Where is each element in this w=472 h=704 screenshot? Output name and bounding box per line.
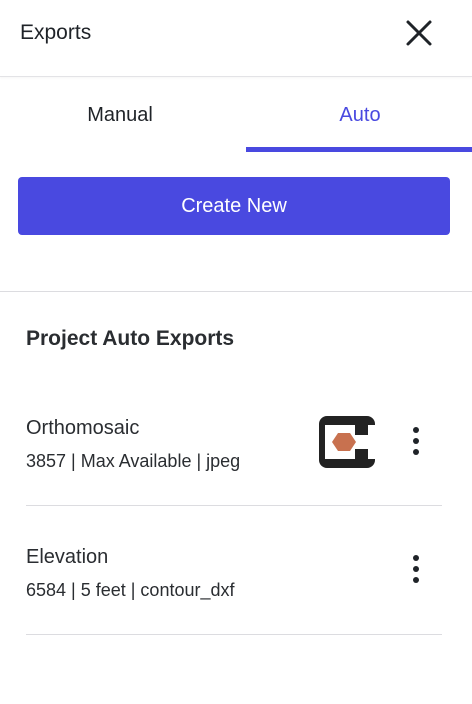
close-button[interactable]	[402, 16, 436, 50]
export-details: 3857 | Max Available | jpeg	[26, 451, 241, 471]
row-divider	[26, 505, 442, 506]
export-item-elevation[interactable]: Elevation 6584 | 5 feet | contour_dxf	[26, 531, 442, 635]
tab-manual-label: Manual	[87, 104, 153, 126]
tab-auto-label: Auto	[339, 104, 381, 126]
export-mode-tabs: Manual Auto	[0, 77, 472, 153]
tab-manual[interactable]: Manual	[0, 77, 236, 153]
row-divider	[26, 634, 442, 635]
integration-logo-icon	[319, 416, 375, 468]
page-title: Exports	[20, 21, 92, 44]
more-vertical-icon	[413, 427, 419, 433]
exports-header: Exports	[0, 0, 472, 77]
tab-auto[interactable]: Auto	[236, 77, 472, 153]
export-item-orthomosaic[interactable]: Orthomosaic 3857 | Max Available | jpeg	[26, 402, 442, 506]
export-details: 6584 | 5 feet | contour_dxf	[26, 580, 235, 600]
active-tab-indicator	[246, 147, 472, 152]
section-divider	[0, 291, 472, 292]
create-new-button[interactable]: Create New	[18, 177, 450, 235]
export-name: Orthomosaic	[26, 417, 140, 439]
export-name: Elevation	[26, 546, 109, 568]
section-title: Project Auto Exports	[26, 327, 235, 350]
more-vertical-icon	[413, 555, 419, 561]
export-menu-button[interactable]	[404, 552, 428, 586]
export-menu-button[interactable]	[404, 424, 428, 458]
close-icon	[406, 20, 432, 46]
